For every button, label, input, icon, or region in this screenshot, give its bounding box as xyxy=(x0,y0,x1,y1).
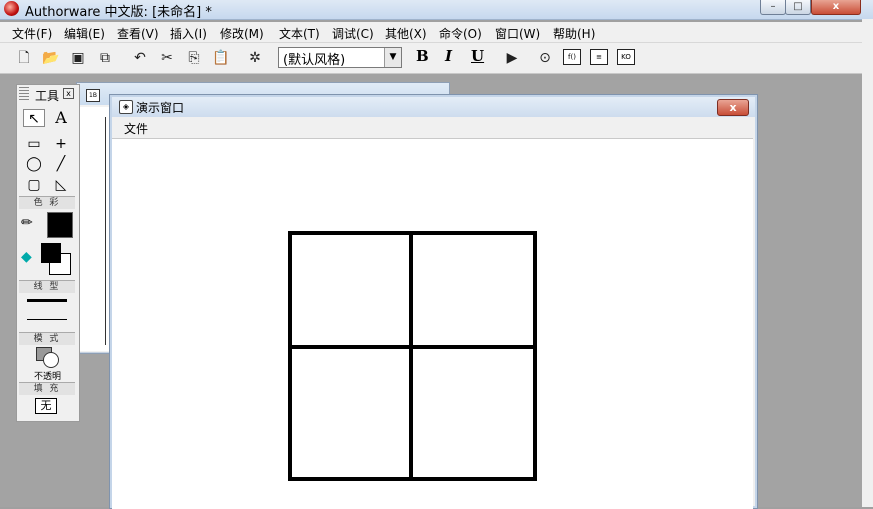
menu-text[interactable]: 文本(T) xyxy=(279,25,320,42)
copy-icon[interactable]: ⎘ xyxy=(184,48,204,68)
new-file-icon[interactable]: 🗋 xyxy=(14,48,34,68)
line-section-label: 线 型 xyxy=(19,280,75,293)
presentation-title: 演示窗口 xyxy=(136,101,185,115)
presentation-menu-bar: 文件 xyxy=(112,117,755,137)
run-icon[interactable]: ▶ xyxy=(502,48,522,68)
grid-cell-top-right[interactable] xyxy=(409,231,537,349)
undo-icon[interactable]: ↶ xyxy=(130,48,150,68)
find-icon[interactable]: ✲ xyxy=(245,48,265,68)
presentation-icon: ◈ xyxy=(119,100,133,114)
tools-title: 工具 xyxy=(35,89,60,103)
toolbar: 🗋 📂 ▣ ⧉ ↶ ✂ ⎘ 📋 ✲ B I U ▶ ⊙ f() ≡ KO xyxy=(0,43,862,74)
import-icon[interactable]: ⧉ xyxy=(95,48,115,68)
foreground-color-swatch[interactable] xyxy=(41,243,61,263)
menu-other[interactable]: 其他(X) xyxy=(385,25,427,42)
control-panel-icon[interactable]: ⊙ xyxy=(535,48,555,68)
line-tool[interactable]: ╱ xyxy=(50,155,72,173)
minimize-button[interactable]: – xyxy=(760,0,786,15)
menu-modify[interactable]: 修改(M) xyxy=(220,25,264,42)
mode-section-label: 模 式 xyxy=(19,332,75,345)
app-logo-icon[interactable] xyxy=(4,1,19,16)
rounded-rect-tool[interactable]: ▢ xyxy=(23,176,45,194)
menu-debug[interactable]: 调试(C) xyxy=(332,25,374,42)
open-folder-icon[interactable]: 📂 xyxy=(41,48,61,68)
presentation-title-bar[interactable]: ◈ 演示窗口 x xyxy=(112,97,755,117)
crosshair-tool[interactable]: + xyxy=(50,135,72,153)
line-color-swatch[interactable] xyxy=(47,212,73,238)
maximize-button[interactable]: □ xyxy=(785,0,811,15)
menu-bar: 文件(F) 编辑(E) 查看(V) 插入(I) 修改(M) 文本(T) 调试(C… xyxy=(0,22,862,43)
close-button[interactable]: x xyxy=(811,0,861,15)
drag-handle[interactable] xyxy=(19,87,29,101)
bold-button[interactable]: B xyxy=(416,47,429,65)
grid-cell-top-left[interactable] xyxy=(288,231,413,349)
window-title: Authorware 中文版: [未命名] * xyxy=(25,5,212,20)
right-frame xyxy=(862,19,873,507)
grid-cell-bottom-left[interactable] xyxy=(288,345,413,481)
menu-view[interactable]: 查看(V) xyxy=(117,25,159,42)
presentation-close-button[interactable]: x xyxy=(717,99,749,116)
line-thin-option[interactable] xyxy=(27,319,67,320)
menu-command[interactable]: 命令(O) xyxy=(439,25,482,42)
fill-value[interactable]: 无 xyxy=(35,398,57,414)
knowledge-objects-icon[interactable]: KO xyxy=(617,49,635,65)
cut-icon[interactable]: ✂ xyxy=(157,48,177,68)
presentation-menu-file[interactable]: 文件 xyxy=(124,120,148,137)
text-tool[interactable]: A xyxy=(50,109,72,127)
save-all-icon[interactable]: ▣ xyxy=(68,48,88,68)
color-section-label: 色 彩 xyxy=(19,196,75,209)
text-style-select[interactable]: (默认风格) ▼ xyxy=(278,47,402,68)
functions-icon[interactable]: f() xyxy=(563,49,581,65)
polygon-tool[interactable]: ◺ xyxy=(50,176,72,194)
ellipse-tool[interactable]: ◯ xyxy=(23,155,45,173)
presentation-window: ◈ 演示窗口 x 文件 xyxy=(109,94,758,509)
paste-icon[interactable]: 📋 xyxy=(211,48,231,68)
fill-section-label: 填 充 xyxy=(19,382,75,395)
rectangle-tool[interactable]: ▭ xyxy=(23,135,45,153)
paint-bucket-icon: ◆ xyxy=(21,249,32,265)
flowline xyxy=(105,117,106,345)
line-thick-option[interactable] xyxy=(27,299,67,302)
menu-file[interactable]: 文件(F) xyxy=(12,25,52,42)
flowchart-icon: 1B xyxy=(86,89,100,102)
menu-window[interactable]: 窗口(W) xyxy=(495,25,540,42)
close-icon[interactable]: x xyxy=(63,88,74,99)
grid-cell-bottom-right[interactable] xyxy=(409,345,537,481)
italic-button[interactable]: I xyxy=(445,47,452,65)
menu-insert[interactable]: 插入(I) xyxy=(170,25,207,42)
menu-help[interactable]: 帮助(H) xyxy=(553,25,595,42)
pencil-icon: ✏ xyxy=(21,215,33,231)
chevron-down-icon[interactable]: ▼ xyxy=(384,48,401,67)
underline-button[interactable]: U xyxy=(471,47,484,65)
tools-palette: 工具 x ↖ A ▭ + ◯ ╱ ▢ ◺ 色 彩 ✏ ◆ 线 型 模 式 不透明… xyxy=(16,84,80,422)
pointer-tool[interactable]: ↖ xyxy=(23,109,45,127)
variables-icon[interactable]: ≡ xyxy=(590,49,608,65)
mode-circle-icon xyxy=(43,352,59,368)
tools-header[interactable]: 工具 x xyxy=(17,85,77,103)
text-style-value: (默认风格) xyxy=(283,53,346,68)
menu-edit[interactable]: 编辑(E) xyxy=(64,25,105,42)
mode-value[interactable]: 不透明 xyxy=(34,369,61,382)
presentation-canvas[interactable] xyxy=(112,138,753,509)
